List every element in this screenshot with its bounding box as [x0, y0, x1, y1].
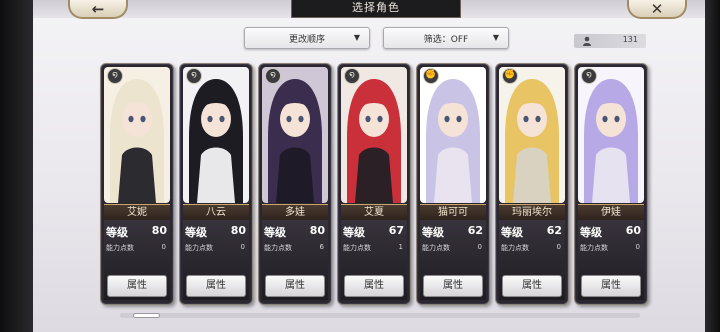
character-count-badge: 131 — [574, 34, 646, 48]
attributes-button[interactable]: 属性 — [581, 275, 641, 297]
ability-points-row: 能力点数 0 — [185, 243, 247, 253]
character-card[interactable]: ໑ 多娃 等级 80 能力点数 6 属性 — [258, 63, 332, 305]
game-screen: 选择角色 ← ✕ 更改顺序 ▼ 筛选：OFF ▼ 131 ໑ 艾妮 等级 80 … — [0, 0, 720, 332]
ability-points-value: 0 — [161, 243, 166, 251]
portrait-art — [341, 67, 407, 203]
ability-points-row: 能力点数 0 — [422, 243, 484, 253]
level-row: 等级 80 — [185, 224, 247, 239]
user-icon — [583, 36, 591, 46]
sort-dropdown[interactable]: 更改顺序 ▼ — [244, 27, 370, 49]
horizontal-scrollbar[interactable] — [120, 313, 640, 318]
left-border — [0, 0, 33, 332]
character-card[interactable]: ໑ 八云 等级 80 能力点数 0 属性 — [179, 63, 253, 305]
wind-swirl-icon: ໑ — [344, 68, 360, 84]
level-row: 等级 80 — [264, 224, 326, 239]
ability-points-row: 能力点数 0 — [580, 243, 642, 253]
ability-points-row: 能力点数 6 — [264, 243, 326, 253]
fist-icon: ✊ — [423, 68, 439, 84]
ability-points-value: 0 — [240, 243, 245, 251]
level-label: 等级 — [264, 226, 286, 239]
ability-points-value: 0 — [556, 243, 561, 251]
page-title: 选择角色 — [291, 0, 461, 18]
wind-swirl-icon: ໑ — [581, 68, 597, 84]
chevron-down-icon: ▼ — [492, 33, 499, 42]
back-button[interactable]: ← — [68, 0, 128, 19]
level-row: 等级 60 — [580, 224, 642, 239]
filter-label: 筛选：OFF — [423, 34, 469, 45]
portrait-art — [420, 67, 486, 203]
ability-points-row: 能力点数 0 — [106, 243, 168, 253]
character-card[interactable]: ✊ 猫可可 等级 62 能力点数 0 属性 — [416, 63, 490, 305]
character-card[interactable]: ໑ 艾妮 等级 80 能力点数 0 属性 — [100, 63, 174, 305]
level-label: 等级 — [580, 226, 602, 239]
level-value: 67 — [388, 224, 404, 237]
right-border — [705, 0, 720, 332]
ability-points-value: 0 — [635, 243, 640, 251]
level-row: 等级 67 — [343, 224, 405, 239]
character-card[interactable]: ໑ 伊娃 等级 60 能力点数 0 属性 — [574, 63, 648, 305]
ability-points-label: 能力点数 — [422, 244, 450, 252]
ability-points-label: 能力点数 — [106, 244, 134, 252]
scrollbar-thumb[interactable] — [133, 313, 160, 318]
portrait-art — [578, 67, 644, 203]
level-value: 62 — [546, 224, 562, 237]
portrait-art — [183, 67, 249, 203]
chevron-down-icon: ▼ — [353, 33, 360, 42]
ability-points-label: 能力点数 — [343, 244, 371, 252]
character-card[interactable]: ✊ 玛丽埃尔 等级 62 能力点数 0 属性 — [495, 63, 569, 305]
level-value: 62 — [467, 224, 483, 237]
wind-swirl-icon: ໑ — [265, 68, 281, 84]
character-portrait — [420, 67, 486, 203]
attributes-button[interactable]: 属性 — [107, 275, 167, 297]
character-portrait — [183, 67, 249, 203]
level-row: 等级 62 — [422, 224, 484, 239]
ability-points-label: 能力点数 — [580, 244, 608, 252]
level-value: 80 — [309, 224, 325, 237]
level-value: 80 — [230, 224, 246, 237]
character-portrait — [262, 67, 328, 203]
character-portrait — [104, 67, 170, 203]
fist-icon: ✊ — [502, 68, 518, 84]
close-button[interactable]: ✕ — [627, 0, 687, 19]
attributes-button[interactable]: 属性 — [344, 275, 404, 297]
ability-points-value: 1 — [398, 243, 403, 251]
level-row: 等级 80 — [106, 224, 168, 239]
level-label: 等级 — [106, 226, 128, 239]
ability-points-value: 6 — [319, 243, 324, 251]
portrait-art — [262, 67, 328, 203]
ability-points-row: 能力点数 0 — [501, 243, 563, 253]
back-arrow-icon: ← — [91, 0, 105, 18]
ability-points-label: 能力点数 — [501, 244, 529, 252]
wind-swirl-icon: ໑ — [107, 68, 123, 84]
ability-points-value: 0 — [477, 243, 482, 251]
ability-points-label: 能力点数 — [185, 244, 213, 252]
level-value: 60 — [625, 224, 641, 237]
filter-dropdown[interactable]: 筛选：OFF ▼ — [383, 27, 509, 49]
sort-label: 更改顺序 — [288, 34, 325, 45]
attributes-button[interactable]: 属性 — [423, 275, 483, 297]
level-label: 等级 — [185, 226, 207, 239]
level-label: 等级 — [422, 226, 444, 239]
ability-points-row: 能力点数 1 — [343, 243, 405, 253]
level-value: 80 — [151, 224, 167, 237]
character-portrait — [578, 67, 644, 203]
wind-swirl-icon: ໑ — [186, 68, 202, 84]
level-label: 等级 — [343, 226, 365, 239]
level-label: 等级 — [501, 226, 523, 239]
character-card[interactable]: ໑ 艾夏 等级 67 能力点数 1 属性 — [337, 63, 411, 305]
ability-points-label: 能力点数 — [264, 244, 292, 252]
portrait-art — [104, 67, 170, 203]
portrait-art — [499, 67, 565, 203]
character-count: 131 — [622, 35, 638, 44]
character-portrait — [499, 67, 565, 203]
attributes-button[interactable]: 属性 — [186, 275, 246, 297]
attributes-button[interactable]: 属性 — [265, 275, 325, 297]
attributes-button[interactable]: 属性 — [502, 275, 562, 297]
close-icon: ✕ — [650, 0, 664, 18]
character-portrait — [341, 67, 407, 203]
level-row: 等级 62 — [501, 224, 563, 239]
